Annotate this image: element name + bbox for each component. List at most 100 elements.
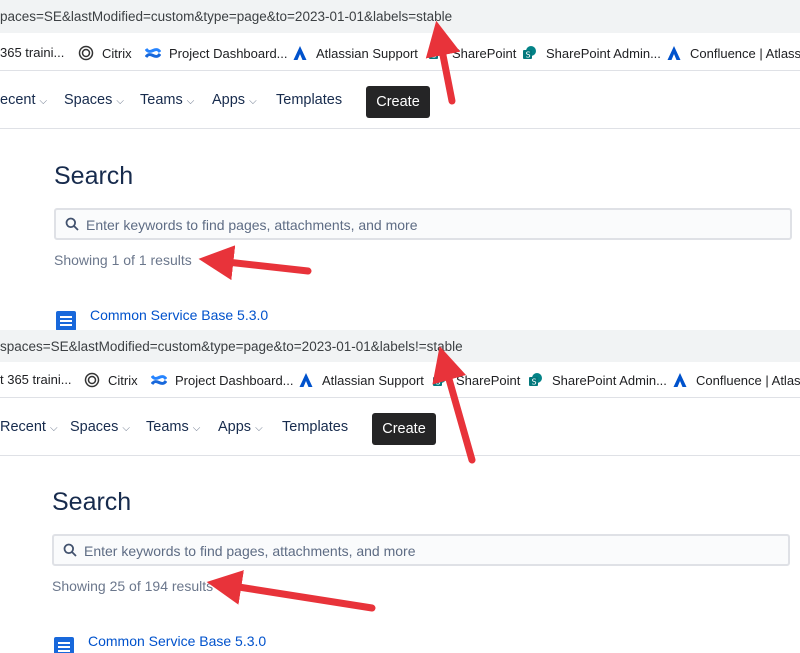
bookmark-microsoft-365[interactable]: t 365 traini... <box>0 372 72 387</box>
confluence-icon <box>144 45 162 61</box>
bookmark-label: t 365 traini... <box>0 372 72 387</box>
nav-recent[interactable]: Recent ⌵ <box>0 419 58 435</box>
result-item[interactable]: Common Service Base 5.3.0 <box>54 633 266 653</box>
sharepoint-icon: S <box>428 45 444 61</box>
create-button[interactable]: Create <box>366 86 430 118</box>
citrix-icon <box>84 372 100 388</box>
url-text[interactable]: spaces=SE&lastModified=custom&type=page&… <box>0 339 463 354</box>
search-input[interactable]: Enter keywords to find pages, attachment… <box>52 534 790 566</box>
nav-teams[interactable]: Teams ⌵ <box>146 419 200 435</box>
bookmark-label: SharePoint <box>452 45 517 61</box>
bookmark-confluence[interactable]: Confluence | Atlassi <box>672 372 800 388</box>
bookmark-label: Atlassian Support <box>322 372 424 388</box>
nav-recent[interactable]: ecent ⌵ <box>0 92 47 108</box>
result-title-link[interactable]: Common Service Base 5.3.0 <box>90 307 268 323</box>
nav-apps-label: Apps <box>212 92 246 108</box>
confluence-top-nav: ecent ⌵ Spaces ⌵ Teams ⌵ Apps ⌵ Templates Cr… <box>0 71 800 129</box>
screenshot-labels-equals-stable: paces=SE&lastModified=custom&type=page&t… <box>0 0 800 330</box>
result-title-link[interactable]: Common Service Base 5.3.0 <box>88 633 266 649</box>
create-button[interactable]: Create <box>372 413 436 445</box>
svg-text:S: S <box>532 378 537 387</box>
sharepoint-icon: S <box>432 372 448 388</box>
bookmark-label: 365 traini... <box>0 45 65 60</box>
page-title: Search <box>52 488 132 516</box>
sharepoint-icon: S <box>528 372 544 388</box>
result-item[interactable]: Common Service Base 5.3.0 <box>56 307 268 330</box>
bookmark-confluence[interactable]: Confluence | Atlassi... <box>666 45 800 61</box>
nav-apps-label: Apps <box>218 419 252 435</box>
atlassian-icon <box>666 45 682 61</box>
bookmark-label: SharePoint <box>456 372 521 388</box>
nav-recent-label: Recent <box>0 419 46 435</box>
bookmark-label: Citrix <box>108 372 138 388</box>
chevron-down-icon: ⌵ <box>39 96 48 107</box>
bookmark-sharepoint-admin[interactable]: S SharePoint Admin... <box>522 45 661 61</box>
chevron-down-icon: ⌵ <box>249 96 257 107</box>
nav-spaces[interactable]: Spaces ⌵ <box>70 419 130 435</box>
address-bar[interactable]: spaces=SE&lastModified=custom&type=page&… <box>0 330 800 363</box>
bookmark-label: Confluence | Atlassi... <box>690 45 800 61</box>
atlassian-icon <box>298 372 314 388</box>
search-placeholder: Enter keywords to find pages, attachment… <box>84 543 416 559</box>
svg-text:S: S <box>526 51 531 60</box>
nav-spaces[interactable]: Spaces ⌵ <box>64 92 124 108</box>
url-text[interactable]: paces=SE&lastModified=custom&type=page&t… <box>0 9 452 24</box>
nav-templates-label: Templates <box>276 92 343 108</box>
bookmark-citrix[interactable]: Citrix <box>78 45 132 61</box>
svg-text:S: S <box>432 51 437 60</box>
nav-apps[interactable]: Apps ⌵ <box>212 92 257 108</box>
bookmark-label: Confluence | Atlassi <box>696 372 800 388</box>
nav-recent-label: ecent <box>0 92 36 108</box>
search-input[interactable]: Enter keywords to find pages, attachment… <box>54 208 792 240</box>
search-placeholder: Enter keywords to find pages, attachment… <box>86 217 418 233</box>
page-title: Search <box>54 162 134 190</box>
bookmark-microsoft-365[interactable]: 365 traini... <box>0 45 64 60</box>
nav-spaces-label: Spaces <box>70 419 119 435</box>
bookmark-label: SharePoint Admin... <box>552 372 667 388</box>
confluence-icon <box>150 372 168 388</box>
nav-templates[interactable]: Templates <box>276 92 342 108</box>
citrix-icon <box>78 45 94 61</box>
chevron-down-icon: ⌵ <box>255 423 263 434</box>
bookmark-sharepoint[interactable]: S SharePoint <box>428 45 516 61</box>
chevron-down-icon: ⌵ <box>186 96 195 107</box>
bookmark-label: Citrix <box>102 45 132 61</box>
sharepoint-icon: S <box>522 45 538 61</box>
chevron-down-icon: ⌵ <box>192 423 201 434</box>
nav-templates-label: Templates <box>282 419 349 435</box>
nav-templates[interactable]: Templates <box>282 419 348 435</box>
nav-teams-label: Teams <box>140 92 183 108</box>
chevron-down-icon: ⌵ <box>49 423 58 434</box>
results-count: Showing 25 of 194 results <box>52 578 214 594</box>
nav-apps[interactable]: Apps ⌵ <box>218 419 263 435</box>
atlassian-icon <box>672 372 688 388</box>
address-bar[interactable]: paces=SE&lastModified=custom&type=page&t… <box>0 0 800 33</box>
nav-teams[interactable]: Teams ⌵ <box>140 92 194 108</box>
chevron-down-icon: ⌵ <box>122 423 130 434</box>
bookmark-label: Project Dashboard... <box>175 372 294 388</box>
bookmark-atlassian-support[interactable]: Atlassian Support <box>292 45 418 61</box>
bookmark-project-dashboard[interactable]: Project Dashboard... <box>144 45 288 61</box>
search-icon <box>63 543 77 557</box>
results-count: Showing 1 of 1 results <box>54 252 192 268</box>
bookmarks-bar: t 365 traini... Citrix Project Dashboard… <box>0 362 800 398</box>
page-icon <box>54 637 74 653</box>
page-icon <box>56 311 76 330</box>
bookmark-citrix[interactable]: Citrix <box>84 372 138 388</box>
chevron-down-icon: ⌵ <box>116 96 124 107</box>
bookmark-label: Atlassian Support <box>316 45 418 61</box>
nav-spaces-label: Spaces <box>64 92 113 108</box>
bookmark-atlassian-support[interactable]: Atlassian Support <box>298 372 424 388</box>
bookmark-label: Project Dashboard... <box>169 45 288 61</box>
bookmark-sharepoint-admin[interactable]: S SharePoint Admin... <box>528 372 667 388</box>
bookmarks-bar: 365 traini... Citrix Project Dashboard..… <box>0 35 800 71</box>
search-icon <box>65 217 79 231</box>
bookmark-label: SharePoint Admin... <box>546 45 661 61</box>
svg-text:S: S <box>436 378 441 387</box>
bookmark-project-dashboard[interactable]: Project Dashboard... <box>150 372 294 388</box>
screenshot-labels-not-equals-stable: spaces=SE&lastModified=custom&type=page&… <box>0 330 800 653</box>
confluence-top-nav: Recent ⌵ Spaces ⌵ Teams ⌵ Apps ⌵ Templates C… <box>0 398 800 456</box>
bookmark-sharepoint[interactable]: S SharePoint <box>432 372 520 388</box>
nav-teams-label: Teams <box>146 419 189 435</box>
atlassian-icon <box>292 45 308 61</box>
